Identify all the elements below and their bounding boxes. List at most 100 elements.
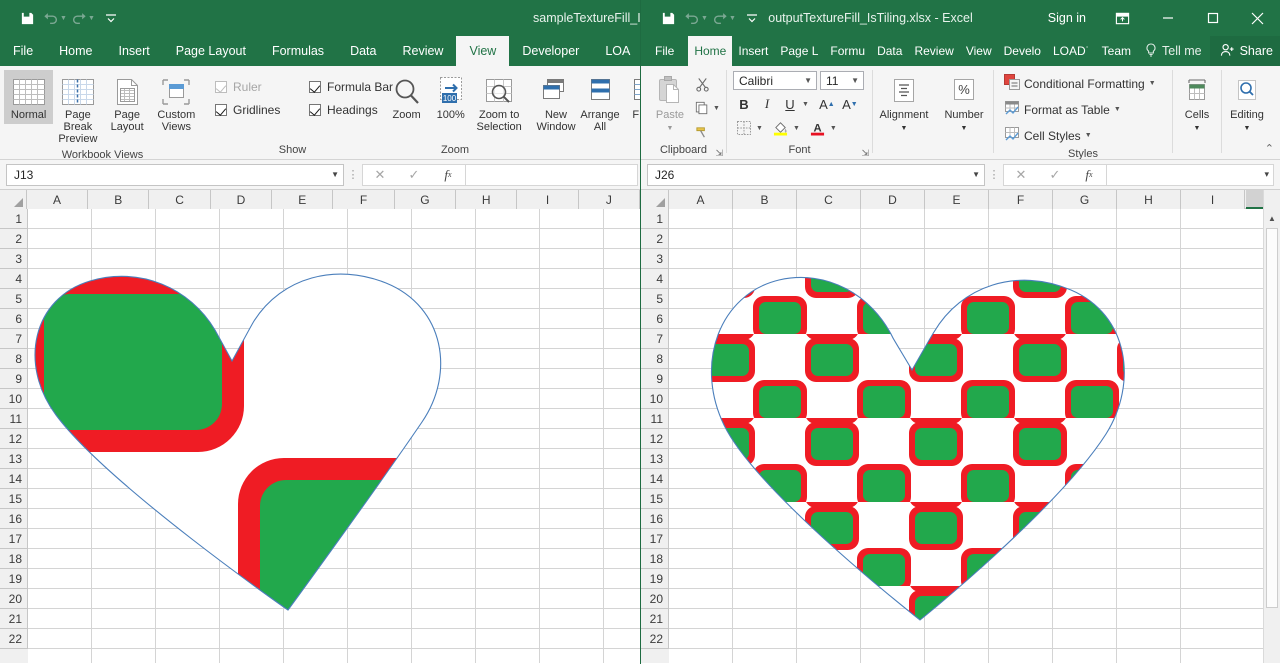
tab-insert[interactable]: Insert (106, 36, 163, 66)
maximize-icon[interactable] (1190, 0, 1235, 36)
row-header[interactable]: 6 (641, 309, 669, 329)
tab-home[interactable]: Home (46, 36, 105, 66)
save-icon[interactable] (14, 6, 40, 30)
column-header-a[interactable]: A (27, 190, 88, 209)
copy-icon[interactable] (691, 97, 713, 119)
formula-input-left[interactable] (465, 164, 638, 186)
row-header[interactable]: 13 (0, 449, 28, 469)
row-header[interactable]: 4 (0, 269, 28, 289)
row-header[interactable]: 8 (641, 349, 669, 369)
column-header-h[interactable]: H (456, 190, 517, 209)
italic-icon[interactable]: I (756, 93, 778, 115)
tab-data[interactable]: Data (871, 36, 908, 66)
sheet-canvas-right[interactable] (669, 209, 1280, 663)
chevron-down-icon[interactable]: ▼ (1149, 80, 1156, 87)
font-dialog-launcher[interactable]: ⇲ (861, 148, 869, 159)
scroll-up-icon[interactable]: ▲ (1264, 210, 1280, 227)
tab-review[interactable]: Review (908, 36, 959, 66)
editing-button[interactable]: Editing ▼ (1226, 70, 1268, 138)
row-header[interactable]: 3 (641, 249, 669, 269)
tab-file[interactable]: File (641, 36, 688, 66)
chevron-down-icon[interactable]: ▼ (793, 125, 800, 132)
close-icon[interactable] (1235, 0, 1280, 36)
row-header[interactable]: 12 (641, 429, 669, 449)
row-header[interactable]: 18 (641, 549, 669, 569)
row-header[interactable]: 10 (0, 389, 28, 409)
column-header-b[interactable]: B (88, 190, 149, 209)
chevron-down-icon[interactable]: ▼ (849, 76, 861, 85)
tab-file[interactable]: File (0, 36, 46, 66)
row-header[interactable]: 9 (641, 369, 669, 389)
column-header-d[interactable]: D (211, 190, 272, 209)
row-header[interactable]: 21 (0, 609, 28, 629)
share-button[interactable]: Share (1210, 36, 1280, 66)
customize-qat-icon[interactable] (739, 6, 765, 30)
zoom-button[interactable]: Zoom (384, 70, 429, 124)
row-header[interactable]: 1 (0, 209, 28, 229)
formula-bar-grip[interactable]: ⋮ (344, 168, 362, 181)
column-header-h[interactable]: H (1117, 190, 1181, 209)
undo-icon[interactable]: ▼ (683, 6, 709, 30)
row-header[interactable]: 5 (0, 289, 28, 309)
redo-icon[interactable]: ▼ (711, 6, 737, 30)
zoom-100-button[interactable]: 100 100% (429, 70, 472, 124)
chevron-down-icon[interactable]: ▼ (667, 123, 674, 135)
chevron-down-icon[interactable]: ▼ (972, 170, 980, 179)
row-header[interactable]: 7 (0, 329, 28, 349)
row-header[interactable]: 11 (0, 409, 28, 429)
borders-icon[interactable] (733, 117, 755, 139)
column-header-g[interactable]: G (395, 190, 456, 209)
font-name-combo[interactable]: Calibri ▼ (733, 71, 817, 90)
name-box-right[interactable]: J26 ▼ (647, 164, 985, 186)
row-header[interactable]: 21 (641, 609, 669, 629)
chevron-down-icon[interactable]: ▼ (830, 125, 837, 132)
tell-me-box[interactable]: Tell me (1137, 36, 1210, 66)
enter-icon[interactable]: ✓ (1038, 165, 1072, 185)
select-all-corner-left[interactable] (0, 190, 27, 209)
cut-icon[interactable] (691, 73, 713, 95)
cancel-icon[interactable]: ✕ (1004, 165, 1038, 185)
format-as-table-button[interactable]: Format as Table ▼ (1000, 98, 1125, 121)
row-header[interactable]: 16 (641, 509, 669, 529)
sheet-canvas-left[interactable] (28, 209, 640, 663)
cancel-icon[interactable]: ✕ (363, 165, 397, 185)
tab-review[interactable]: Review (389, 36, 456, 66)
column-header-d[interactable]: D (861, 190, 925, 209)
number-button[interactable]: % Number ▼ (939, 70, 989, 138)
row-header[interactable]: 8 (0, 349, 28, 369)
vertical-scrollbar-right[interactable]: ▲ (1263, 190, 1280, 663)
column-header-i[interactable]: I (1181, 190, 1245, 209)
chevron-down-icon[interactable]: ▼ (961, 123, 968, 135)
cells-button[interactable]: Cells ▼ (1177, 70, 1217, 138)
column-header-f[interactable]: F (333, 190, 394, 209)
tab-page-layout[interactable]: Page L (774, 36, 824, 66)
row-header[interactable]: 5 (641, 289, 669, 309)
chevron-down-icon[interactable]: ▼ (756, 125, 763, 132)
column-header-c[interactable]: C (149, 190, 210, 209)
chevron-down-icon[interactable]: ▼ (901, 123, 908, 135)
column-header-b[interactable]: B (733, 190, 797, 209)
expand-formula-bar-icon[interactable]: ▾ (1264, 169, 1269, 180)
custom-views-button[interactable]: Custom Views (152, 70, 201, 136)
arrange-all-button[interactable]: Arrange All (578, 70, 622, 136)
row-header[interactable]: 17 (641, 529, 669, 549)
column-header-i[interactable]: I (517, 190, 578, 209)
chevron-down-icon[interactable]: ▼ (331, 170, 339, 179)
formula-bar-grip[interactable]: ⋮ (985, 168, 1003, 181)
heart-shape-stretched-texture[interactable] (28, 250, 520, 620)
page-break-preview-button[interactable]: Page Break Preview (53, 70, 102, 148)
chevron-down-icon[interactable]: ▼ (713, 105, 720, 112)
normal-view-button[interactable]: Normal (4, 70, 53, 124)
row-header[interactable]: 10 (641, 389, 669, 409)
undo-icon[interactable]: ▼ (42, 6, 68, 30)
select-all-corner-right[interactable] (641, 190, 669, 209)
conditional-formatting-button[interactable]: Conditional Formatting ▼ (1000, 72, 1160, 95)
tab-load[interactable]: LOA (592, 36, 640, 66)
customize-qat-icon[interactable] (98, 6, 124, 30)
checkbox-headings[interactable]: Headings (309, 103, 378, 117)
row-header[interactable]: 15 (641, 489, 669, 509)
tab-formulas[interactable]: Formulas (259, 36, 337, 66)
tab-data[interactable]: Data (337, 36, 389, 66)
row-header[interactable]: 13 (641, 449, 669, 469)
chevron-down-icon[interactable]: ▼ (1085, 132, 1092, 139)
